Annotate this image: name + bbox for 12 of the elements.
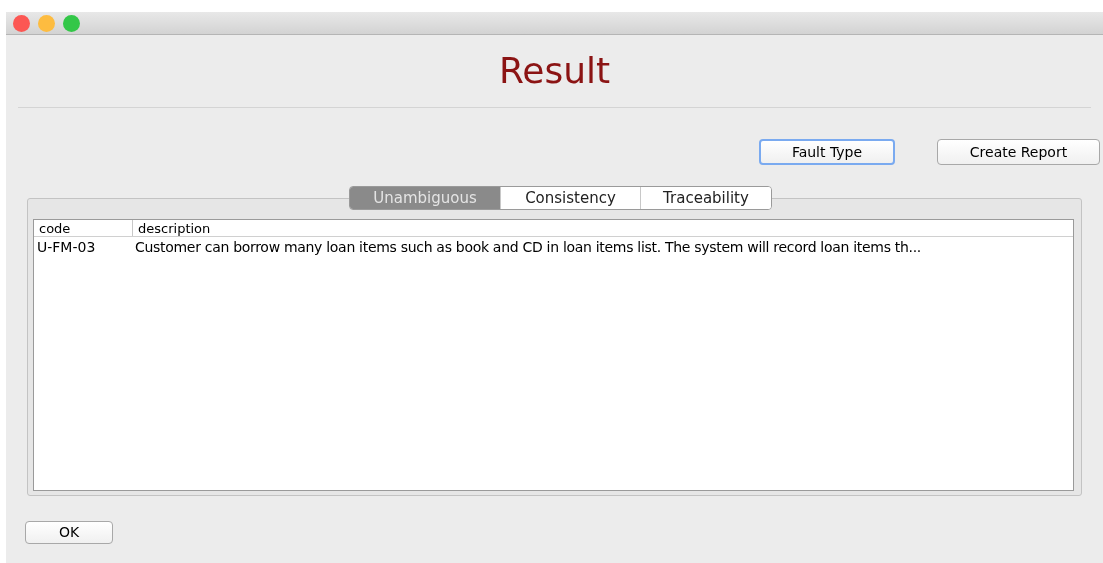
create-report-button[interactable]: Create Report	[937, 139, 1100, 165]
close-icon[interactable]	[13, 14, 30, 32]
fault-type-button[interactable]: Fault Type	[759, 139, 895, 165]
tab[interactable]: Traceability	[640, 187, 771, 209]
minimize-icon[interactable]	[38, 14, 55, 32]
dialog-title: Result	[498, 53, 611, 89]
maximize-icon[interactable]	[63, 14, 80, 32]
table-cell-text: Customer can borrow many loan items such as book and CD in loan items list. The system will record loan items th...	[134, 237, 922, 257]
column-header[interactable]: description	[132, 220, 1073, 236]
column-header[interactable]: code	[34, 220, 132, 236]
table-cell-text: U-FM-03	[36, 237, 97, 257]
ok-button[interactable]: OK	[25, 520, 113, 544]
